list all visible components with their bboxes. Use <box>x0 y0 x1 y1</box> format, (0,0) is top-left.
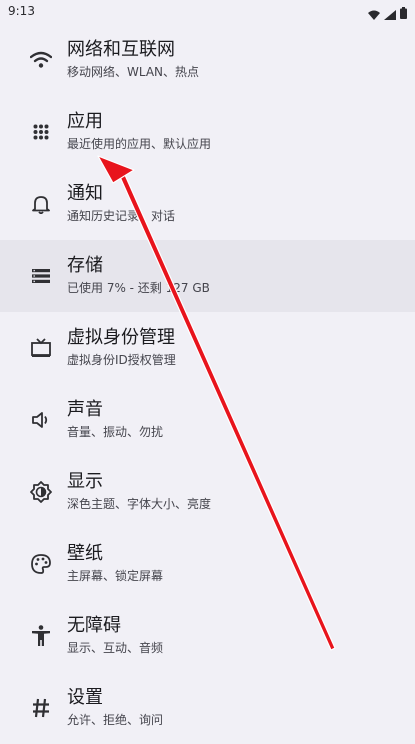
settings-item-wallpaper[interactable]: 壁纸 主屏幕、锁定屏幕 <box>0 528 415 600</box>
accessibility-icon <box>29 624 53 648</box>
brightness-icon <box>29 480 53 504</box>
item-subtitle: 通知历史记录、对话 <box>67 209 176 223</box>
settings-item-permissions[interactable]: 设置 允许、拒绝、询问 <box>0 672 415 744</box>
item-subtitle: 允许、拒绝、询问 <box>67 713 164 727</box>
apps-grid-icon <box>29 120 53 144</box>
item-title: 存储 <box>67 255 103 276</box>
item-subtitle: 显示、互动、音频 <box>67 641 164 655</box>
item-subtitle: 已使用 7% - 还剩 127 GB <box>67 281 210 295</box>
settings-item-network[interactable]: 网络和互联网 移动网络、WLAN、热点 <box>0 24 415 96</box>
item-subtitle: 深色主题、字体大小、亮度 <box>67 497 212 511</box>
item-subtitle: 音量、振动、勿扰 <box>67 425 164 439</box>
status-icons <box>368 4 407 20</box>
tv-icon <box>29 336 53 360</box>
item-title: 通知 <box>67 183 103 204</box>
battery-status-icon <box>400 4 407 19</box>
settings-item-accessibility[interactable]: 无障碍 显示、互动、音频 <box>0 600 415 672</box>
settings-item-storage[interactable]: 存储 已使用 7% - 还剩 127 GB <box>0 240 415 312</box>
wifi-icon <box>29 48 53 72</box>
item-title: 显示 <box>67 471 103 492</box>
hash-icon <box>29 696 53 720</box>
settings-item-notifications[interactable]: 通知 通知历史记录、对话 <box>0 168 415 240</box>
item-title: 应用 <box>67 111 103 132</box>
item-subtitle: 移动网络、WLAN、热点 <box>67 65 200 79</box>
status-bar: 9:13 <box>0 0 415 24</box>
item-title: 无障碍 <box>67 615 121 636</box>
item-subtitle: 虚拟身份ID授权管理 <box>67 353 176 367</box>
storage-icon <box>29 264 53 288</box>
settings-list: 网络和互联网 移动网络、WLAN、热点 应用 最近使用的应用、默认应用 通知 通… <box>0 24 415 744</box>
status-time: 9:13 <box>8 4 35 18</box>
palette-icon <box>29 552 53 576</box>
settings-item-display[interactable]: 显示 深色主题、字体大小、亮度 <box>0 456 415 528</box>
settings-item-sound[interactable]: 声音 音量、振动、勿扰 <box>0 384 415 456</box>
item-title: 设置 <box>67 687 103 708</box>
signal-status-icon <box>384 5 396 20</box>
item-title: 声音 <box>67 399 103 420</box>
speaker-icon <box>29 408 53 432</box>
settings-item-apps[interactable]: 应用 最近使用的应用、默认应用 <box>0 96 415 168</box>
item-title: 虚拟身份管理 <box>67 327 175 348</box>
item-subtitle: 主屏幕、锁定屏幕 <box>67 569 164 583</box>
item-subtitle: 最近使用的应用、默认应用 <box>67 137 212 151</box>
settings-item-virtual-identity[interactable]: 虚拟身份管理 虚拟身份ID授权管理 <box>0 312 415 384</box>
wifi-status-icon <box>368 5 380 20</box>
item-title: 壁纸 <box>67 543 103 564</box>
item-title: 网络和互联网 <box>67 39 175 60</box>
bell-icon <box>29 192 53 216</box>
